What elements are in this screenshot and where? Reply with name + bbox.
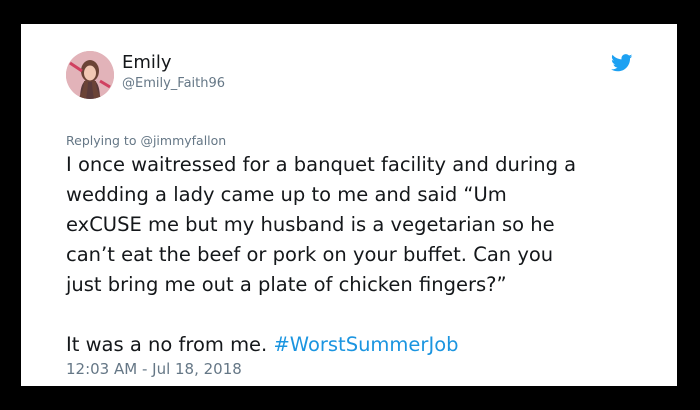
- twitter-bird-icon[interactable]: [611, 54, 633, 72]
- closing-text: It was a no from me.: [66, 333, 274, 356]
- avatar-image: [66, 51, 114, 99]
- replying-to[interactable]: Replying to @jimmyfallon: [66, 133, 226, 149]
- tweet-line: I once waitressed for a banquet facility…: [66, 153, 577, 176]
- tweet-body: I once waitressed for a banquet facility…: [66, 150, 666, 360]
- author-handle[interactable]: @Emily_Faith96: [122, 76, 225, 92]
- tweet-timestamp[interactable]: 12:03 AM - Jul 18, 2018: [66, 360, 242, 378]
- hashtag-link[interactable]: #WorstSummerJob: [273, 333, 458, 356]
- tweet-line: exCUSE me but my husband is a vegetarian…: [66, 213, 555, 236]
- author-name[interactable]: Emily: [122, 52, 172, 74]
- avatar[interactable]: [66, 51, 114, 99]
- tweet-line: just bring me out a plate of chicken fin…: [66, 273, 507, 296]
- tweet-line: can’t eat the beef or pork on your buffe…: [66, 243, 554, 266]
- tweet-line: wedding a lady came up to me and said “U…: [66, 183, 507, 206]
- tweet-closing-line: It was a no from me. #WorstSummerJob: [66, 330, 666, 360]
- tweet-card: Emily @Emily_Faith96 Replying to @jimmyf…: [21, 24, 677, 386]
